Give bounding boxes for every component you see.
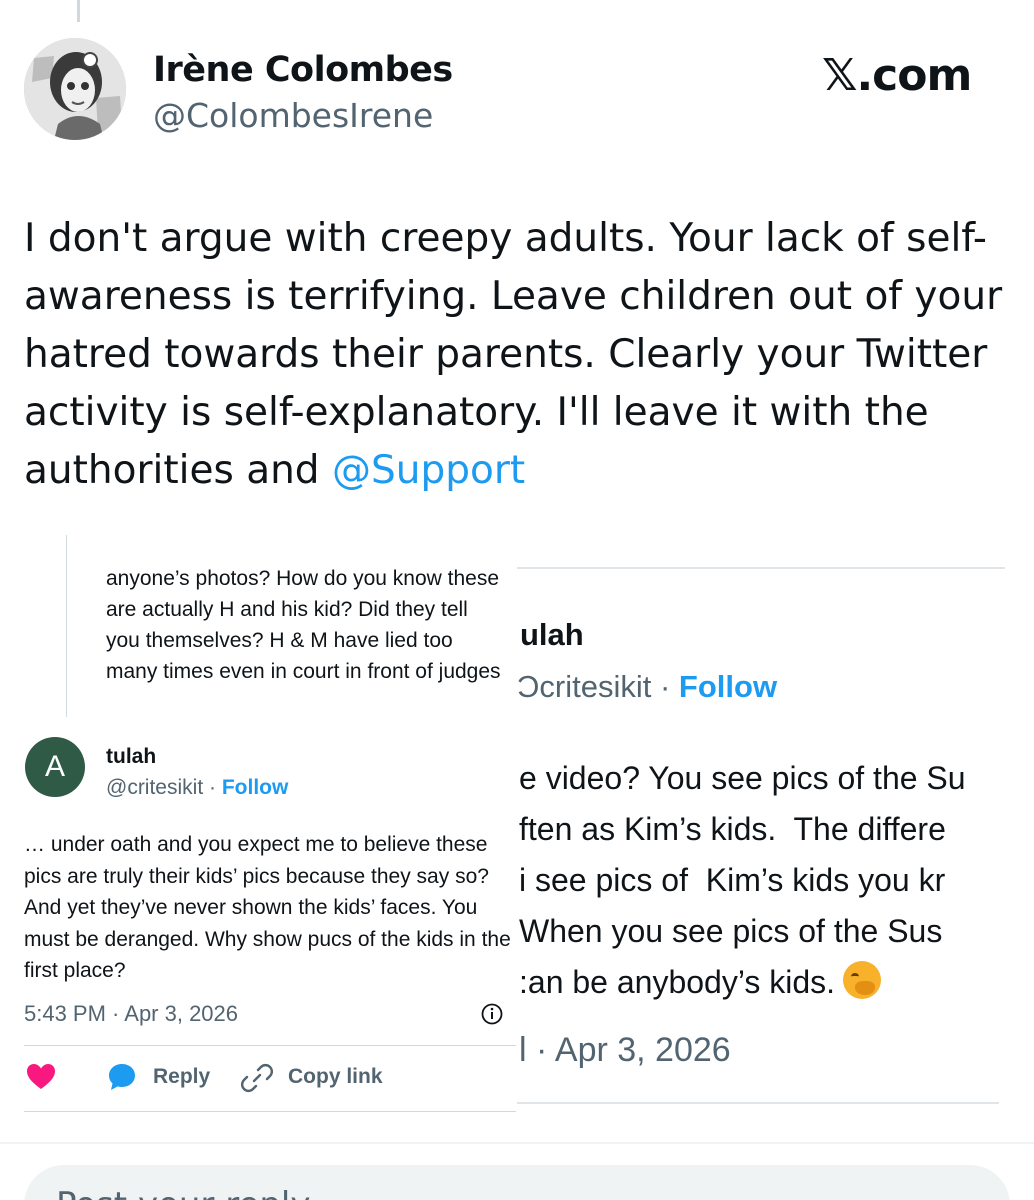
copy-link-label: Copy link <box>288 1065 383 1088</box>
divider <box>24 1111 516 1112</box>
text-line-last: :an be anybody’s kids. <box>519 957 1034 1008</box>
reply-label: Reply <box>153 1065 211 1088</box>
text-line: ften as Kim’s kids. The differe <box>519 811 946 847</box>
attached-screenshot-right[interactable]: ulah Ͻcritesikit · Follow e video? You s… <box>517 555 1034 1115</box>
quote-thread-line <box>66 535 67 717</box>
handle-separator: · <box>651 669 679 704</box>
reply-composer[interactable]: Post your reply <box>24 1165 1010 1200</box>
text-line: When you see pics of the Sus <box>519 913 943 949</box>
reply-composer-placeholder: Post your reply <box>56 1185 311 1200</box>
reply-author-name: tulah <box>106 745 157 768</box>
reply-text: … under oath and you expect me to believ… <box>24 833 511 982</box>
follow-link: Follow <box>221 776 289 799</box>
reply-bubble-icon <box>109 1064 135 1090</box>
reply-author-avatar: A <box>25 737 85 797</box>
info-icon <box>481 1003 503 1025</box>
section-divider <box>0 1142 1034 1144</box>
author-handle[interactable]: @ColombesIrene <box>153 96 433 135</box>
face-with-hand-over-mouth-icon <box>843 961 882 999</box>
heart-icon <box>27 1064 55 1089</box>
text-line: i see pics of Kim’s kids you kr <box>519 862 946 898</box>
cropped-author-handle: Ͻcritesikit <box>517 669 652 704</box>
post-text: I don't argue with creepy adults. Your l… <box>24 210 1014 500</box>
divider <box>517 567 1005 569</box>
cropped-author-handle-line: Ͻcritesikit · Follow <box>517 669 777 705</box>
thread-connector-line <box>77 0 80 22</box>
follow-link: Follow <box>678 669 778 704</box>
x-brand-logo: 𝕏.com <box>822 50 972 101</box>
reply-timestamp: 5:43 PM · Apr 3, 2026 <box>24 1001 239 1026</box>
handle-separator: · <box>203 776 222 799</box>
quoted-tweet-text: anyone’s photos? How do you know these a… <box>106 567 501 683</box>
cropped-author-name: ulah <box>520 617 584 652</box>
divider <box>24 1045 516 1046</box>
cropped-tweet-text: e video? You see pics of the Su ften as K… <box>519 753 1034 1008</box>
divider <box>517 1102 999 1104</box>
reply-author-handle-line: @critesikit · Follow <box>106 776 288 800</box>
avatar-illustration <box>24 38 126 140</box>
attached-screenshot-left[interactable]: ̣ ̣ ̣ ̣ ̣ anyone’s photos? How do you kn… <box>0 535 516 1115</box>
profile-avatar[interactable] <box>24 38 126 140</box>
text-line: :an be anybody’s kids. <box>519 964 836 1000</box>
link-icon <box>241 1063 273 1093</box>
reply-author-handle: @critesikit <box>106 776 204 799</box>
cropped-text-fragment: ̣ ̣ ̣ ̣ ̣ <box>106 549 128 557</box>
cropped-timestamp: l · Apr 3, 2026 <box>519 1031 731 1069</box>
author-display-name[interactable]: Irène Colombes <box>153 50 453 90</box>
mention-link[interactable]: @Support <box>332 448 525 493</box>
text-line: e video? You see pics of the Su <box>519 760 966 796</box>
